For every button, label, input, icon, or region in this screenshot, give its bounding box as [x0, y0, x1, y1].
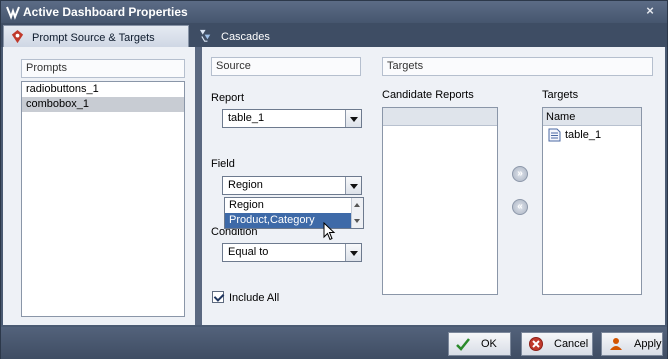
- tab-strip: Prompt Source & Targets Cascades: [1, 23, 667, 47]
- add-to-targets-button[interactable]: »: [512, 166, 528, 182]
- chevron-down-icon[interactable]: [345, 110, 361, 127]
- cancel-button[interactable]: Cancel: [521, 332, 593, 356]
- include-all-label: Include All: [229, 292, 280, 304]
- scroll-up-icon[interactable]: [354, 203, 360, 207]
- dialog-body: Prompts radiobuttons_1 combobox_1 Source…: [3, 47, 665, 325]
- tab-prompt-source-targets[interactable]: Prompt Source & Targets: [3, 25, 189, 47]
- mouse-pointer-icon: [323, 222, 336, 241]
- report-select[interactable]: table_1: [222, 109, 362, 128]
- prompts-panel: Prompts radiobuttons_1 combobox_1: [15, 53, 191, 319]
- app-icon: [6, 6, 20, 20]
- prompt-targets-icon: [11, 29, 24, 44]
- tab-label: Prompt Source & Targets: [32, 32, 155, 44]
- targets-list[interactable]: Name table_1: [542, 107, 642, 295]
- list-item[interactable]: table_1: [543, 126, 641, 144]
- document-icon: [548, 128, 561, 142]
- ok-label: OK: [481, 338, 497, 350]
- dropdown-scrollbar[interactable]: [351, 198, 363, 228]
- apply-button[interactable]: Apply: [601, 332, 663, 356]
- target-item-label: table_1: [565, 129, 602, 141]
- chevron-down-icon[interactable]: [345, 177, 361, 194]
- apply-icon: [610, 338, 622, 350]
- include-all-checkbox[interactable]: [212, 291, 224, 303]
- candidate-reports-label: Candidate Reports: [382, 89, 474, 101]
- condition-select-value: Equal to: [228, 246, 269, 258]
- field-option[interactable]: Product,Category: [225, 213, 363, 228]
- tab-label: Cascades: [221, 31, 270, 43]
- candidate-reports-column-header: [383, 108, 497, 126]
- cascades-icon: [199, 29, 211, 42]
- field-dropdown-list[interactable]: Region Product,Category: [224, 197, 364, 229]
- targets-header: Targets: [382, 57, 653, 76]
- targets-column-header: Name: [543, 108, 641, 126]
- close-icon[interactable]: ×: [643, 4, 657, 18]
- scroll-down-icon[interactable]: [354, 219, 360, 223]
- window-title: Active Dashboard Properties: [23, 5, 188, 19]
- dialog-footer: OK Cancel Apply: [1, 327, 667, 359]
- report-select-value: table_1: [228, 112, 265, 124]
- active-dashboard-properties-dialog: Active Dashboard Properties × Prompt Sou…: [0, 0, 668, 359]
- checkmark-icon: [456, 338, 470, 351]
- source-targets-panel: Source Report table_1 Field Region Condi…: [202, 47, 665, 325]
- prompts-header: Prompts: [21, 59, 185, 78]
- panel-splitter[interactable]: [195, 47, 202, 325]
- tab-cascades[interactable]: Cascades: [193, 25, 667, 47]
- field-select[interactable]: Region: [222, 176, 362, 195]
- ok-button[interactable]: OK: [448, 332, 511, 356]
- condition-select[interactable]: Equal to: [222, 243, 362, 262]
- source-header: Source: [211, 57, 361, 76]
- field-option[interactable]: Region: [225, 198, 363, 213]
- remove-from-targets-button[interactable]: «: [512, 199, 528, 215]
- candidate-reports-list[interactable]: [382, 107, 498, 295]
- cancel-icon: [529, 337, 543, 351]
- chevron-down-icon[interactable]: [345, 244, 361, 261]
- list-item[interactable]: combobox_1: [22, 97, 184, 112]
- prompts-list[interactable]: radiobuttons_1 combobox_1: [21, 81, 185, 317]
- title-bar[interactable]: Active Dashboard Properties ×: [1, 1, 667, 23]
- list-item[interactable]: radiobuttons_1: [22, 82, 184, 97]
- report-label: Report: [211, 92, 245, 104]
- apply-label: Apply: [634, 338, 662, 350]
- targets-list-label: Targets: [542, 89, 579, 101]
- field-select-value: Region: [228, 179, 263, 191]
- field-label: Field: [211, 158, 235, 170]
- cancel-label: Cancel: [554, 338, 589, 350]
